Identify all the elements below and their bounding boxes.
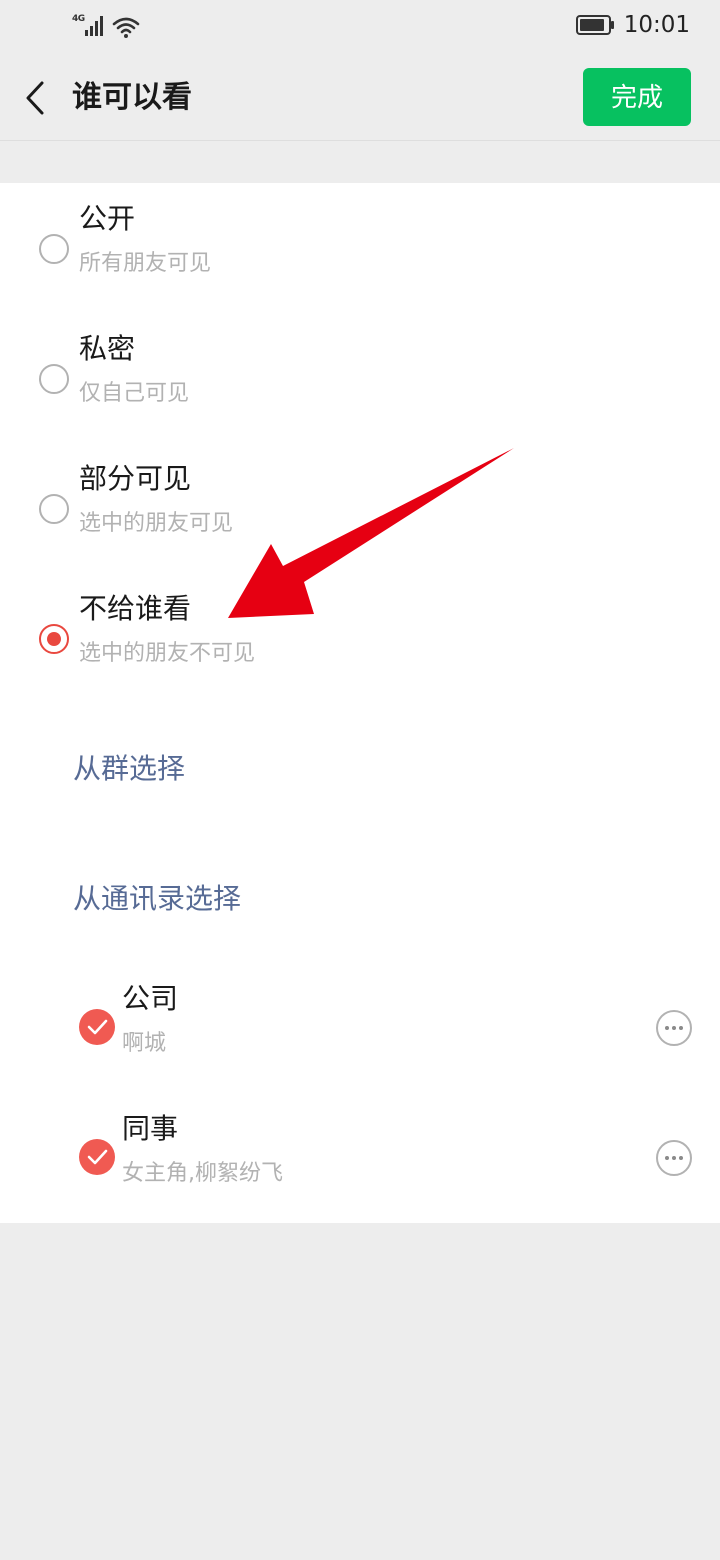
checkmark-icon[interactable] bbox=[79, 1009, 115, 1045]
group-title: 同事 bbox=[122, 1112, 179, 1145]
option-title: 私密 bbox=[79, 332, 136, 365]
option-title: 不给谁看 bbox=[79, 592, 192, 625]
nav-bar: 谁可以看 完成 bbox=[0, 56, 720, 141]
done-button[interactable]: 完成 bbox=[583, 68, 691, 126]
option-title: 部分可见 bbox=[79, 462, 192, 495]
more-icon bbox=[656, 1010, 692, 1046]
checkmark-icon[interactable] bbox=[79, 1139, 115, 1175]
more-options-button[interactable] bbox=[655, 1139, 693, 1177]
visibility-panel: 公开 所有朋友可见 私密 仅自己可见 部分可见 选中的朋友可见 不给谁看 选中的… bbox=[0, 183, 720, 1223]
option-subtitle: 仅自己可见 bbox=[79, 381, 190, 406]
radio-button[interactable] bbox=[39, 234, 69, 264]
option-title: 公开 bbox=[79, 202, 136, 235]
wifi-icon bbox=[112, 17, 140, 38]
chevron-left-icon bbox=[26, 81, 44, 115]
group-item[interactable]: 同事 女主角,柳絮纷飞 bbox=[0, 1093, 720, 1223]
status-bar: 4G 10:01 bbox=[0, 0, 720, 56]
option-subtitle: 选中的朋友可见 bbox=[79, 511, 234, 536]
more-icon bbox=[656, 1140, 692, 1176]
option-partial[interactable]: 部分可见 选中的朋友可见 bbox=[0, 443, 720, 573]
back-button[interactable] bbox=[18, 78, 54, 118]
radio-button[interactable] bbox=[39, 494, 69, 524]
more-options-button[interactable] bbox=[655, 1009, 693, 1047]
radio-button-selected[interactable] bbox=[39, 624, 69, 654]
option-public[interactable]: 公开 所有朋友可见 bbox=[0, 183, 720, 313]
option-private[interactable]: 私密 仅自己可见 bbox=[0, 313, 720, 443]
select-from-contacts-link[interactable]: 从通讯录选择 bbox=[73, 881, 241, 917]
page-title: 谁可以看 bbox=[72, 80, 192, 115]
group-members: 啊城 bbox=[122, 1031, 167, 1056]
option-subtitle: 选中的朋友不可见 bbox=[79, 641, 256, 666]
option-exclude[interactable]: 不给谁看 选中的朋友不可见 bbox=[0, 573, 720, 703]
status-right: 10:01 bbox=[575, 12, 690, 38]
group-item[interactable]: 公司 啊城 bbox=[0, 963, 720, 1093]
group-members: 女主角,柳絮纷飞 bbox=[122, 1161, 283, 1186]
battery-icon bbox=[575, 15, 614, 35]
clock: 10:01 bbox=[623, 12, 690, 38]
group-title: 公司 bbox=[122, 982, 179, 1015]
signal-icon: 4G bbox=[72, 14, 106, 40]
option-subtitle: 所有朋友可见 bbox=[79, 251, 212, 276]
select-from-group-link[interactable]: 从群选择 bbox=[73, 751, 185, 787]
radio-button[interactable] bbox=[39, 364, 69, 394]
status-left: 4G bbox=[72, 14, 140, 40]
